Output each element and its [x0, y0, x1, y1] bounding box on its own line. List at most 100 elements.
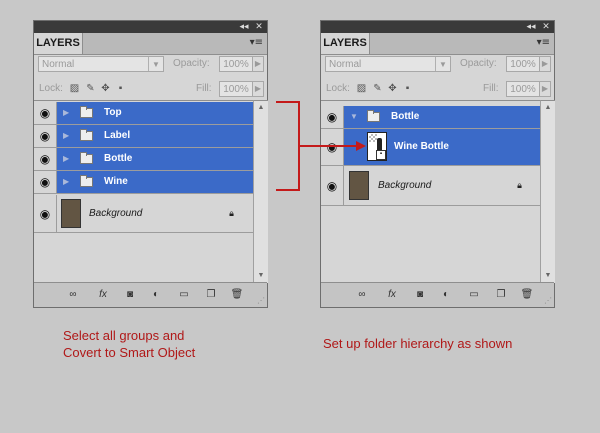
link-layers-icon[interactable]: ∞: [355, 288, 369, 301]
visibility-toggle[interactable]: ◉: [321, 166, 344, 205]
close-icon[interactable]: ✕: [253, 21, 265, 33]
expand-triangle-icon[interactable]: ▶: [63, 108, 69, 118]
layer-name: Background: [378, 179, 432, 191]
lock-brush-icon[interactable]: ✎: [372, 83, 383, 94]
collapse-icon[interactable]: ◂◂: [524, 21, 538, 33]
visibility-toggle[interactable]: ◉: [34, 102, 57, 124]
fill-label: Fill:: [483, 83, 499, 94]
blend-row: Normal ▼ Opacity: 100% ▶: [325, 56, 551, 74]
new-group-icon[interactable]: ▭: [467, 288, 481, 301]
eye-icon: ◉: [39, 106, 51, 120]
tab-layers[interactable]: LAYERS: [321, 33, 370, 54]
layer-row-top[interactable]: ◉ ▶ Top: [34, 102, 253, 125]
collapse-triangle-icon[interactable]: ▼: [350, 112, 358, 122]
expand-triangle-icon[interactable]: ▶: [63, 154, 69, 164]
caption-right: Set up folder hierarchy as shown: [323, 336, 513, 351]
trash-icon[interactable]: 🗑︎: [230, 288, 244, 301]
layer-row-bottle[interactable]: ◉ ▶ Bottle: [34, 148, 253, 171]
fill-field[interactable]: 100%: [219, 81, 253, 97]
padlock-icon: 🔒︎: [229, 207, 234, 218]
layer-row-background[interactable]: ◉ Background 🔒︎: [321, 166, 540, 206]
layers-list: ◉ ▶ Top ◉ ▶ Label ◉ ▶ Bottle ◉ ▶ Wine ◉ …: [34, 100, 253, 283]
scrollbar[interactable]: ▲ ▼: [540, 100, 555, 283]
caption-left: Select all groups and Covert to Smart Ob…: [63, 327, 195, 361]
fx-icon[interactable]: fx: [385, 288, 399, 301]
panel-titlebar: ◂◂ ✕: [321, 21, 554, 33]
visibility-toggle[interactable]: ◉: [321, 106, 344, 128]
opacity-slider-arrow[interactable]: ▶: [539, 56, 551, 72]
expand-triangle-icon[interactable]: ▶: [63, 131, 69, 141]
fx-icon[interactable]: fx: [96, 288, 110, 301]
opacity-label: Opacity:: [173, 58, 210, 69]
eye-icon: ◉: [326, 178, 338, 193]
adjustment-layer-icon[interactable]: ◐: [149, 288, 163, 301]
eye-icon: ◉: [326, 140, 338, 154]
adjustment-layer-icon[interactable]: ◐: [439, 288, 453, 301]
visibility-toggle[interactable]: ◉: [34, 171, 57, 193]
new-layer-icon[interactable]: ❐: [494, 288, 508, 301]
new-layer-icon[interactable]: ❐: [204, 288, 218, 301]
lock-transparency-icon[interactable]: ▨: [69, 83, 80, 94]
layer-name: Wine Bottle: [394, 141, 449, 152]
eye-icon: ◉: [39, 152, 51, 166]
caption-left-line1: Select all groups and: [63, 328, 185, 343]
chevron-down-icon: ▼: [148, 57, 163, 71]
layer-row-wine[interactable]: ◉ ▶ Wine: [34, 171, 253, 194]
lock-move-icon[interactable]: ✥: [387, 83, 398, 94]
trash-icon[interactable]: 🗑︎: [520, 288, 534, 301]
scroll-down-icon[interactable]: ▼: [254, 269, 268, 283]
lock-move-icon[interactable]: ✥: [100, 83, 111, 94]
layer-thumbnail: [349, 171, 369, 200]
layer-row-wine-bottle[interactable]: ◉ ▪ Wine Bottle: [321, 129, 540, 166]
expand-triangle-icon[interactable]: ▶: [63, 177, 69, 187]
visibility-toggle[interactable]: ◉: [34, 195, 57, 232]
smart-object-badge-icon: ▪: [376, 150, 386, 160]
panel-menu-icon[interactable]: ▾≡: [250, 37, 263, 48]
layer-thumbnail: [61, 199, 81, 228]
lock-label: Lock:: [39, 83, 63, 94]
eye-icon: ◉: [39, 175, 51, 189]
lock-row: Lock: ▨ ✎ ✥ ▪ Fill: 100% ▶: [38, 81, 264, 97]
opacity-field[interactable]: 100%: [219, 56, 253, 72]
blend-mode-select[interactable]: Normal ▼: [38, 56, 164, 72]
lock-all-icon[interactable]: ▪: [115, 83, 126, 94]
lock-row: Lock: ▨ ✎ ✥ ▪ Fill: 100% ▶: [325, 81, 551, 97]
visibility-toggle[interactable]: ◉: [34, 125, 57, 147]
layer-name: Label: [104, 130, 131, 141]
layers-panel-right: ◂◂ ✕ LAYERS ▾≡ Normal ▼ Opacity: 100% ▶ …: [320, 20, 555, 308]
lock-brush-icon[interactable]: ✎: [85, 83, 96, 94]
tab-row: LAYERS ▾≡: [34, 33, 267, 55]
layer-mask-icon[interactable]: ◙: [413, 288, 427, 301]
resize-grip-icon[interactable]: ⋰: [544, 296, 552, 305]
new-group-icon[interactable]: ▭: [177, 288, 191, 301]
resize-grip-icon[interactable]: ⋰: [257, 296, 265, 305]
fill-slider-arrow[interactable]: ▶: [539, 81, 551, 97]
opacity-field[interactable]: 100%: [506, 56, 540, 72]
opacity-slider-arrow[interactable]: ▶: [252, 56, 264, 72]
blend-mode-value: Normal: [329, 59, 362, 70]
lock-all-icon[interactable]: ▪: [402, 83, 413, 94]
link-layers-icon[interactable]: ∞: [66, 288, 80, 301]
tab-layers[interactable]: LAYERS: [34, 33, 83, 54]
eye-icon: ◉: [326, 110, 338, 124]
layer-row-label[interactable]: ◉ ▶ Label: [34, 125, 253, 148]
padlock-icon: 🔒︎: [517, 179, 522, 190]
scroll-down-icon[interactable]: ▼: [541, 269, 555, 283]
folder-icon: [80, 129, 93, 141]
lock-transparency-icon[interactable]: ▨: [356, 83, 367, 94]
scroll-up-icon[interactable]: ▲: [541, 101, 555, 115]
layer-row-background[interactable]: ◉ Background 🔒︎: [34, 195, 253, 233]
blend-mode-select[interactable]: Normal ▼: [325, 56, 451, 72]
layer-mask-icon[interactable]: ◙: [123, 288, 137, 301]
layer-row-bottle-group[interactable]: ◉ ▼ Bottle: [321, 106, 540, 129]
close-icon[interactable]: ✕: [540, 21, 552, 33]
visibility-toggle[interactable]: ◉: [34, 148, 57, 170]
chevron-down-icon: ▼: [435, 57, 450, 71]
fill-field[interactable]: 100%: [506, 81, 540, 97]
visibility-toggle[interactable]: ◉: [321, 129, 344, 165]
panel-menu-icon[interactable]: ▾≡: [537, 37, 550, 48]
fill-slider-arrow[interactable]: ▶: [252, 81, 264, 97]
collapse-icon[interactable]: ◂◂: [237, 21, 251, 33]
scrollbar[interactable]: ▲ ▼: [253, 100, 268, 283]
scroll-up-icon[interactable]: ▲: [254, 101, 268, 115]
